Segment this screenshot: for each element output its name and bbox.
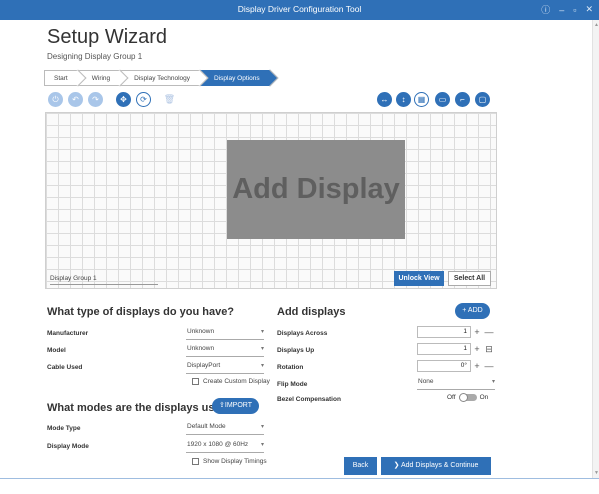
rotation-label: Rotation: [277, 364, 304, 371]
cable-select[interactable]: DisplayPort ▾: [186, 362, 264, 374]
displays-up-label: Displays Up: [277, 347, 315, 354]
plus-icon[interactable]: +: [471, 326, 483, 338]
chevron-down-icon: ▾: [260, 442, 264, 448]
mode-type-label: Mode Type: [47, 425, 81, 432]
move-icon[interactable]: ✥: [116, 92, 131, 107]
page-title: Setup Wizard: [47, 26, 168, 48]
display-types-title: What type of displays do you have?: [47, 306, 235, 318]
bezel-compensation-toggle[interactable]: Off On: [447, 393, 489, 402]
rotate-icon[interactable]: ⟳: [136, 92, 151, 107]
chevron-down-icon: ▾: [491, 379, 495, 385]
bezel-compensation-label: Bezel Compensation: [277, 396, 341, 403]
toggle-knob[interactable]: [458, 393, 468, 402]
fit-grid-icon[interactable]: ▦: [414, 92, 429, 107]
manufacturer-label: Manufacturer: [47, 330, 89, 337]
minus-icon[interactable]: —: [483, 326, 495, 338]
back-button[interactable]: Back: [344, 457, 377, 475]
select-all-button[interactable]: Select All: [448, 271, 491, 286]
add-displays-continue-button[interactable]: ❯ Add Displays & Continue: [381, 457, 491, 475]
breadcrumb-display-technology[interactable]: Display Technology: [120, 69, 209, 87]
flip-mode-select[interactable]: None ▾: [417, 378, 495, 390]
continue-label: Add Displays & Continue: [401, 462, 479, 469]
display-modes-title: What modes are the displays using?: [47, 402, 238, 414]
mode-type-select[interactable]: Default Mode ▾: [186, 423, 264, 435]
maximize-icon[interactable]: ▫: [573, 5, 576, 15]
model-label: Model: [47, 347, 66, 354]
breadcrumb-display-options[interactable]: Display Options: [200, 69, 279, 87]
stretch-width-icon[interactable]: ↔: [377, 92, 392, 107]
power-icon[interactable]: ⏻: [48, 92, 63, 107]
show-timings-checkbox[interactable]: Show Display Timings: [192, 458, 267, 465]
monitor-icon[interactable]: ▭: [435, 92, 450, 107]
scroll-down-icon[interactable]: ▼: [594, 470, 599, 476]
checkbox-box[interactable]: [192, 458, 199, 465]
breadcrumb-start[interactable]: Start: [44, 69, 87, 87]
close-icon[interactable]: ✕: [585, 4, 593, 15]
page-subtitle: Designing Display Group 1: [47, 52, 143, 61]
custom-display-checkbox[interactable]: Create Custom Display: [192, 378, 270, 385]
rotation-stepper[interactable]: 0° + —: [417, 360, 495, 372]
import-button[interactable]: ⇪IMPORT: [212, 398, 259, 414]
layout-canvas[interactable]: Add Display Display Group 1 Unlock View …: [45, 112, 497, 289]
add-display-placeholder[interactable]: Add Display: [227, 140, 405, 239]
window-title: Display Driver Configuration Tool: [237, 4, 362, 14]
plus-icon[interactable]: +: [471, 343, 483, 355]
manufacturer-select[interactable]: Unknown ▾: [186, 328, 264, 340]
flip-mode-label: Flip Mode: [277, 381, 308, 388]
chevron-right-icon: ❯: [393, 462, 400, 469]
display-mode-label: Display Mode: [47, 443, 89, 450]
add-displays-title: Add displays: [277, 306, 346, 318]
rotation-value[interactable]: 0°: [417, 360, 471, 372]
displays-up-value[interactable]: 1: [417, 343, 471, 355]
scroll-up-icon[interactable]: ▲: [594, 22, 599, 28]
plus-icon[interactable]: +: [471, 360, 483, 372]
undo-icon[interactable]: ↶: [68, 92, 83, 107]
corner-icon[interactable]: ⌐: [455, 92, 470, 107]
display-mode-select[interactable]: 1920 x 1080 @ 60Hz ▾: [186, 441, 264, 453]
minus-icon[interactable]: —: [483, 360, 495, 372]
vertical-scrollbar[interactable]: ▲ ▼: [592, 20, 599, 478]
model-select[interactable]: Unknown ▾: [186, 345, 264, 357]
chevron-down-icon: ▾: [260, 363, 264, 369]
displays-across-value[interactable]: 1: [417, 326, 471, 338]
window-controls: ⓘ – ▫ ✕: [541, 3, 593, 16]
toggle-off-label: Off: [447, 394, 456, 401]
trash-icon[interactable]: 🗑: [162, 92, 177, 107]
breadcrumb: Start Wiring Display Technology Display …: [44, 69, 279, 87]
info-icon[interactable]: ⓘ: [541, 3, 550, 16]
window-titlebar: Display Driver Configuration Tool ⓘ – ▫ …: [0, 0, 599, 20]
add-button[interactable]: + ADD: [455, 303, 490, 319]
cable-label: Cable Used: [47, 364, 83, 371]
toggle-on-label: On: [479, 394, 489, 401]
chevron-down-icon: ▾: [260, 329, 264, 335]
displays-across-label: Displays Across: [277, 330, 328, 337]
unlock-view-button[interactable]: Unlock View: [394, 271, 444, 286]
bottom-bar: [0, 478, 599, 494]
screen-icon[interactable]: ▢: [475, 92, 490, 107]
redo-icon[interactable]: ↷: [88, 92, 103, 107]
displays-across-stepper[interactable]: 1 + —: [417, 326, 495, 338]
toggle-switch[interactable]: [458, 393, 477, 402]
display-group-name[interactable]: Display Group 1: [50, 275, 158, 285]
displays-up-stepper[interactable]: 1 + ⊟: [417, 343, 495, 355]
minus-icon[interactable]: ⊟: [483, 343, 495, 355]
chevron-down-icon: ▾: [260, 346, 264, 352]
checkbox-box[interactable]: [192, 378, 199, 385]
minimize-icon[interactable]: –: [559, 5, 564, 15]
chevron-down-icon: ▾: [260, 424, 264, 430]
stretch-height-icon[interactable]: ↕: [396, 92, 411, 107]
